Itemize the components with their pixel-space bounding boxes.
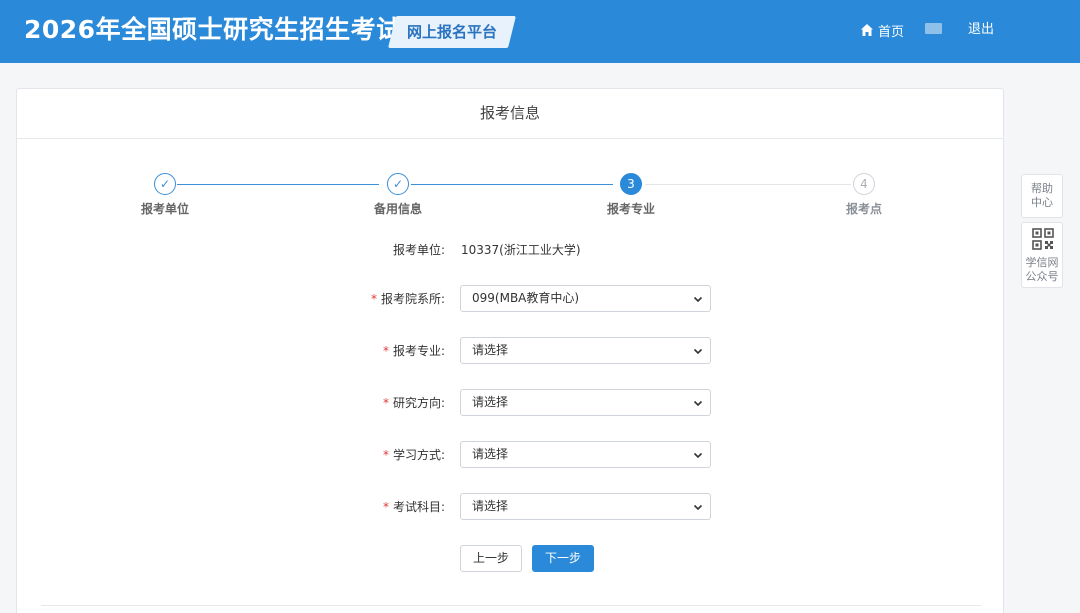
registration-card: 报考信息 ✓ 报考单位 ✓ 备用信息 3 报考专业 4 报考点 报考单位: 10… [16, 88, 1004, 613]
app-title: 2026年全国硕士研究生招生考试 [24, 15, 402, 44]
required-mark: * [382, 396, 389, 410]
qr-code-label: 学信网 公众号 [1025, 256, 1059, 283]
help-center-label-2: 中心 [1031, 196, 1053, 209]
step-label: 报考单位 [140, 202, 189, 216]
help-center-label-1: 帮助 [1031, 182, 1053, 195]
subjects-selected: 请选择 [472, 499, 509, 513]
help-center-button[interactable]: 帮助 中心 [1021, 174, 1063, 218]
qr-code-button[interactable]: 学信网 公众号 [1021, 222, 1063, 288]
prev-step-button[interactable]: 上一步 [460, 545, 522, 572]
home-icon [861, 24, 873, 36]
major-label: * 报考专业: [382, 344, 445, 358]
step-2: ✓ 备用信息 [348, 173, 448, 217]
required-mark: * [370, 292, 377, 306]
check-icon: ✓ [154, 173, 176, 195]
chevron-down-icon [693, 400, 703, 407]
card-title: 报考信息 [17, 89, 1003, 139]
step-label: 报考专业 [606, 202, 655, 216]
unit-label: 报考单位: [392, 243, 445, 257]
unit-row: 报考单位: 10337(浙江工业大学) [17, 236, 1005, 264]
chevron-down-icon [693, 348, 703, 355]
major-select[interactable]: 请选择 [460, 337, 711, 364]
next-step-button[interactable]: 下一步 [532, 545, 594, 572]
step-number: 4 [853, 173, 875, 195]
platform-badge-label: 网上报名平台 [406, 23, 497, 41]
department-select[interactable]: 099(MBA教育中心) [460, 285, 711, 312]
direction-row: * 研究方向: 请选择 [17, 389, 1005, 417]
home-link[interactable]: 首页 [860, 20, 904, 40]
direction-selected: 请选择 [472, 395, 509, 409]
department-selected: 099(MBA教育中心) [472, 291, 580, 305]
platform-badge: 网上报名平台 [388, 16, 516, 48]
study-mode-select[interactable]: 请选择 [460, 441, 711, 468]
study-mode-selected: 请选择 [472, 447, 509, 461]
step-3: 3 报考专业 [581, 173, 681, 217]
department-row: * 报考院系所: 099(MBA教育中心) [17, 285, 1005, 313]
step-number: 3 [620, 173, 642, 195]
study-mode-row: * 学习方式: 请选择 [17, 441, 1005, 469]
subjects-label: * 考试科目: [382, 500, 445, 514]
flag-icon[interactable] [925, 23, 942, 34]
major-selected: 请选择 [472, 343, 509, 357]
department-label: * 报考院系所: [370, 292, 445, 306]
progress-stepper: ✓ 报考单位 ✓ 备用信息 3 报考专业 4 报考点 [17, 173, 1005, 223]
chevron-down-icon [693, 452, 703, 459]
step-4: 4 报考点 [814, 173, 914, 217]
step-1: ✓ 报考单位 [115, 173, 215, 217]
subjects-row: * 考试科目: 请选择 [17, 493, 1005, 521]
check-icon: ✓ [387, 173, 409, 195]
required-mark: * [382, 344, 389, 358]
step-label: 报考点 [845, 202, 882, 216]
major-row: * 报考专业: 请选择 [17, 337, 1005, 365]
required-mark: * [382, 448, 389, 462]
home-link-label: 首页 [878, 24, 905, 40]
required-mark: * [382, 500, 389, 514]
study-mode-label: * 学习方式: [382, 448, 445, 462]
subjects-select[interactable]: 请选择 [460, 493, 711, 520]
direction-select[interactable]: 请选择 [460, 389, 711, 416]
bottom-divider [41, 605, 981, 606]
step-label: 备用信息 [373, 202, 422, 216]
chevron-down-icon [693, 504, 703, 511]
direction-label: * 研究方向: [382, 396, 445, 410]
qr-code-icon [1032, 228, 1054, 250]
chevron-down-icon [693, 296, 703, 303]
top-header: 2026年全国硕士研究生招生考试 网上报名平台 首页 退出 [0, 0, 1080, 63]
unit-value: 10337(浙江工业大学) [461, 243, 581, 257]
logout-link[interactable]: 退出 [968, 20, 994, 40]
